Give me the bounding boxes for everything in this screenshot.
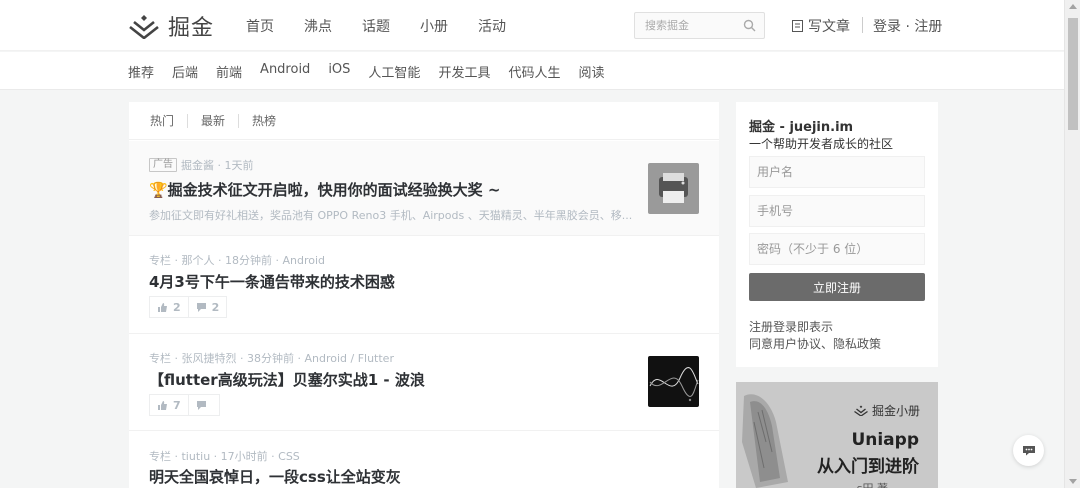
tab-latest[interactable]: 最新	[201, 113, 240, 128]
entry-meta-text: 掘金酱 · 1天前	[181, 159, 254, 172]
register-button[interactable]: 立即注册	[749, 273, 925, 301]
terms-line-1: 注册登录即表示	[749, 320, 834, 334]
entry-actions: 7	[149, 394, 220, 416]
chat-bubble-icon	[1022, 446, 1035, 456]
thumbs-up-icon	[158, 400, 167, 410]
wave-thumbnail-icon	[649, 367, 699, 402]
tab-ranking[interactable]: 热榜	[252, 114, 289, 128]
comment-button[interactable]	[188, 394, 220, 416]
login-register-link[interactable]: 登录 · 注册	[873, 16, 942, 36]
banner-subtitle: 从入门到进阶	[817, 457, 919, 477]
chat-button[interactable]	[1013, 435, 1044, 466]
tab-hot[interactable]: 热门	[150, 113, 189, 128]
category-reading[interactable]: 阅读	[578, 62, 604, 81]
category-frontend[interactable]: 前端	[216, 62, 242, 81]
signup-subtitle: 一个帮助开发者成长的社区	[749, 137, 894, 151]
banner-title: Uniapp	[851, 430, 919, 450]
entry-thumbnail[interactable]	[648, 163, 699, 214]
top-header: 掘金 首页 沸点 话题 小册 活动 写文章 登录 · 注册	[0, 0, 1064, 51]
username-input[interactable]	[757, 165, 924, 179]
comment-count: 2	[211, 300, 220, 314]
juejin-logo-icon	[129, 15, 159, 39]
search-input[interactable]	[645, 19, 740, 32]
banner-brand: 掘金小册	[854, 402, 920, 419]
comment-icon	[196, 400, 206, 410]
entry-meta: 专栏 · 那个人 · 18分钟前 · Android	[149, 254, 325, 267]
nav-topics[interactable]: 话题	[362, 16, 390, 36]
like-button[interactable]: 2	[149, 296, 189, 318]
category-ai[interactable]: 人工智能	[368, 62, 420, 81]
edit-icon	[792, 20, 803, 32]
book-banner[interactable]: 掘金小册 Uniapp 从入门到进阶 ѕ田 著	[736, 382, 938, 488]
nav-home[interactable]: 首页	[246, 16, 274, 36]
category-recommend[interactable]: 推荐	[128, 62, 154, 81]
category-backend[interactable]: 后端	[172, 62, 198, 81]
printer-thumbnail-icon	[659, 173, 688, 203]
ad-badge: 广告	[149, 158, 177, 172]
nav-events[interactable]: 活动	[478, 16, 506, 36]
signup-panel: 掘金 - juejin.im 一个帮助开发者成长的社区 立即注册 注册登录即表示…	[736, 102, 938, 367]
signup-title: 掘金 - juejin.im	[749, 120, 854, 135]
scroll-down-arrow-icon[interactable]	[1069, 479, 1077, 484]
like-button[interactable]: 7	[149, 394, 189, 416]
entry-title[interactable]: 4月3号下午一条通告带来的技术困惑	[149, 271, 395, 292]
phone-field	[749, 195, 925, 227]
category-coderlife[interactable]: 代码人生	[508, 62, 560, 81]
entry-thumbnail[interactable]	[648, 356, 699, 407]
entry-description: 参加征文即有好礼相送，奖品池有 OPPO Reno3 手机、Airpods 、天…	[149, 209, 633, 222]
entry-meta: 专栏 · tiutiu · 17小时前 · CSS	[149, 450, 300, 463]
comment-button[interactable]: 2	[188, 296, 228, 318]
search-icon[interactable]	[743, 19, 756, 32]
feed-tabs: 热门 最新 热榜	[129, 102, 719, 140]
feed-item[interactable]: 专栏 · 那个人 · 18分钟前 · Android 4月3号下午一条通告带来的…	[129, 236, 719, 334]
terms-text: 注册登录即表示 同意用户协议、隐私政策	[749, 319, 881, 353]
feed-item[interactable]: 专栏 · 张风捷特烈 · 38分钟前 · Android / Flutter 【…	[129, 334, 719, 431]
logo-text: 掘金	[168, 16, 215, 41]
write-article-label: 写文章	[808, 19, 850, 35]
entry-meta: 广告 掘金酱 · 1天前	[149, 157, 254, 173]
juejin-logo-icon	[854, 405, 868, 416]
password-input[interactable]	[757, 242, 924, 256]
banner-brand-text: 掘金小册	[871, 404, 920, 418]
category-android[interactable]: Android	[260, 62, 310, 81]
entry-title[interactable]: 【flutter高级玩法】贝塞尔实战1 - 波浪	[149, 369, 425, 390]
main-nav: 首页 沸点 话题 小册 活动	[246, 16, 506, 36]
category-ios[interactable]: iOS	[328, 62, 350, 81]
nav-books[interactable]: 小册	[420, 16, 448, 36]
password-field	[749, 233, 925, 265]
entry-actions: 2 2	[149, 296, 228, 318]
comment-icon	[196, 302, 206, 312]
logo[interactable]: 掘金	[128, 10, 214, 42]
phone-input[interactable]	[757, 204, 924, 218]
category-devtools[interactable]: 开发工具	[438, 62, 490, 81]
feed-item[interactable]: 专栏 · tiutiu · 17小时前 · CSS 明天全国哀悼日，一段css让…	[129, 431, 719, 488]
scroll-up-arrow-icon[interactable]	[1069, 4, 1077, 9]
search-box	[634, 12, 765, 39]
like-count: 2	[173, 300, 181, 314]
feed-item[interactable]: 广告 掘金酱 · 1天前 🏆掘金技术征文开启啦，快用你的面试经验换大奖 ~ 参加…	[129, 141, 719, 236]
like-count: 7	[173, 398, 181, 412]
entry-title[interactable]: 🏆掘金技术征文开启啦，快用你的面试经验换大奖 ~	[149, 179, 500, 200]
entry-title[interactable]: 明天全国哀悼日，一段css让全站变灰	[149, 466, 401, 487]
banner-author: ѕ田 著	[857, 480, 888, 488]
terms-links[interactable]: 同意用户协议、隐私政策	[749, 336, 881, 353]
thumbs-up-icon	[158, 302, 167, 312]
category-nav: 推荐 后端 前端 Android iOS 人工智能 开发工具 代码人生 阅读	[0, 52, 1064, 90]
page-scrollbar[interactable]	[1064, 0, 1080, 488]
article-feed: 热门 最新 热榜 广告 掘金酱 · 1天前 🏆掘金技术征文开启啦，快用你的面试经…	[129, 102, 719, 488]
entry-meta: 专栏 · 张风捷特烈 · 38分钟前 · Android / Flutter	[149, 352, 394, 365]
nav-pins[interactable]: 沸点	[304, 16, 332, 36]
header-divider	[862, 17, 863, 33]
write-article-button[interactable]: 写文章	[792, 16, 850, 36]
username-field	[749, 156, 925, 188]
scroll-thumb[interactable]	[1068, 18, 1078, 130]
